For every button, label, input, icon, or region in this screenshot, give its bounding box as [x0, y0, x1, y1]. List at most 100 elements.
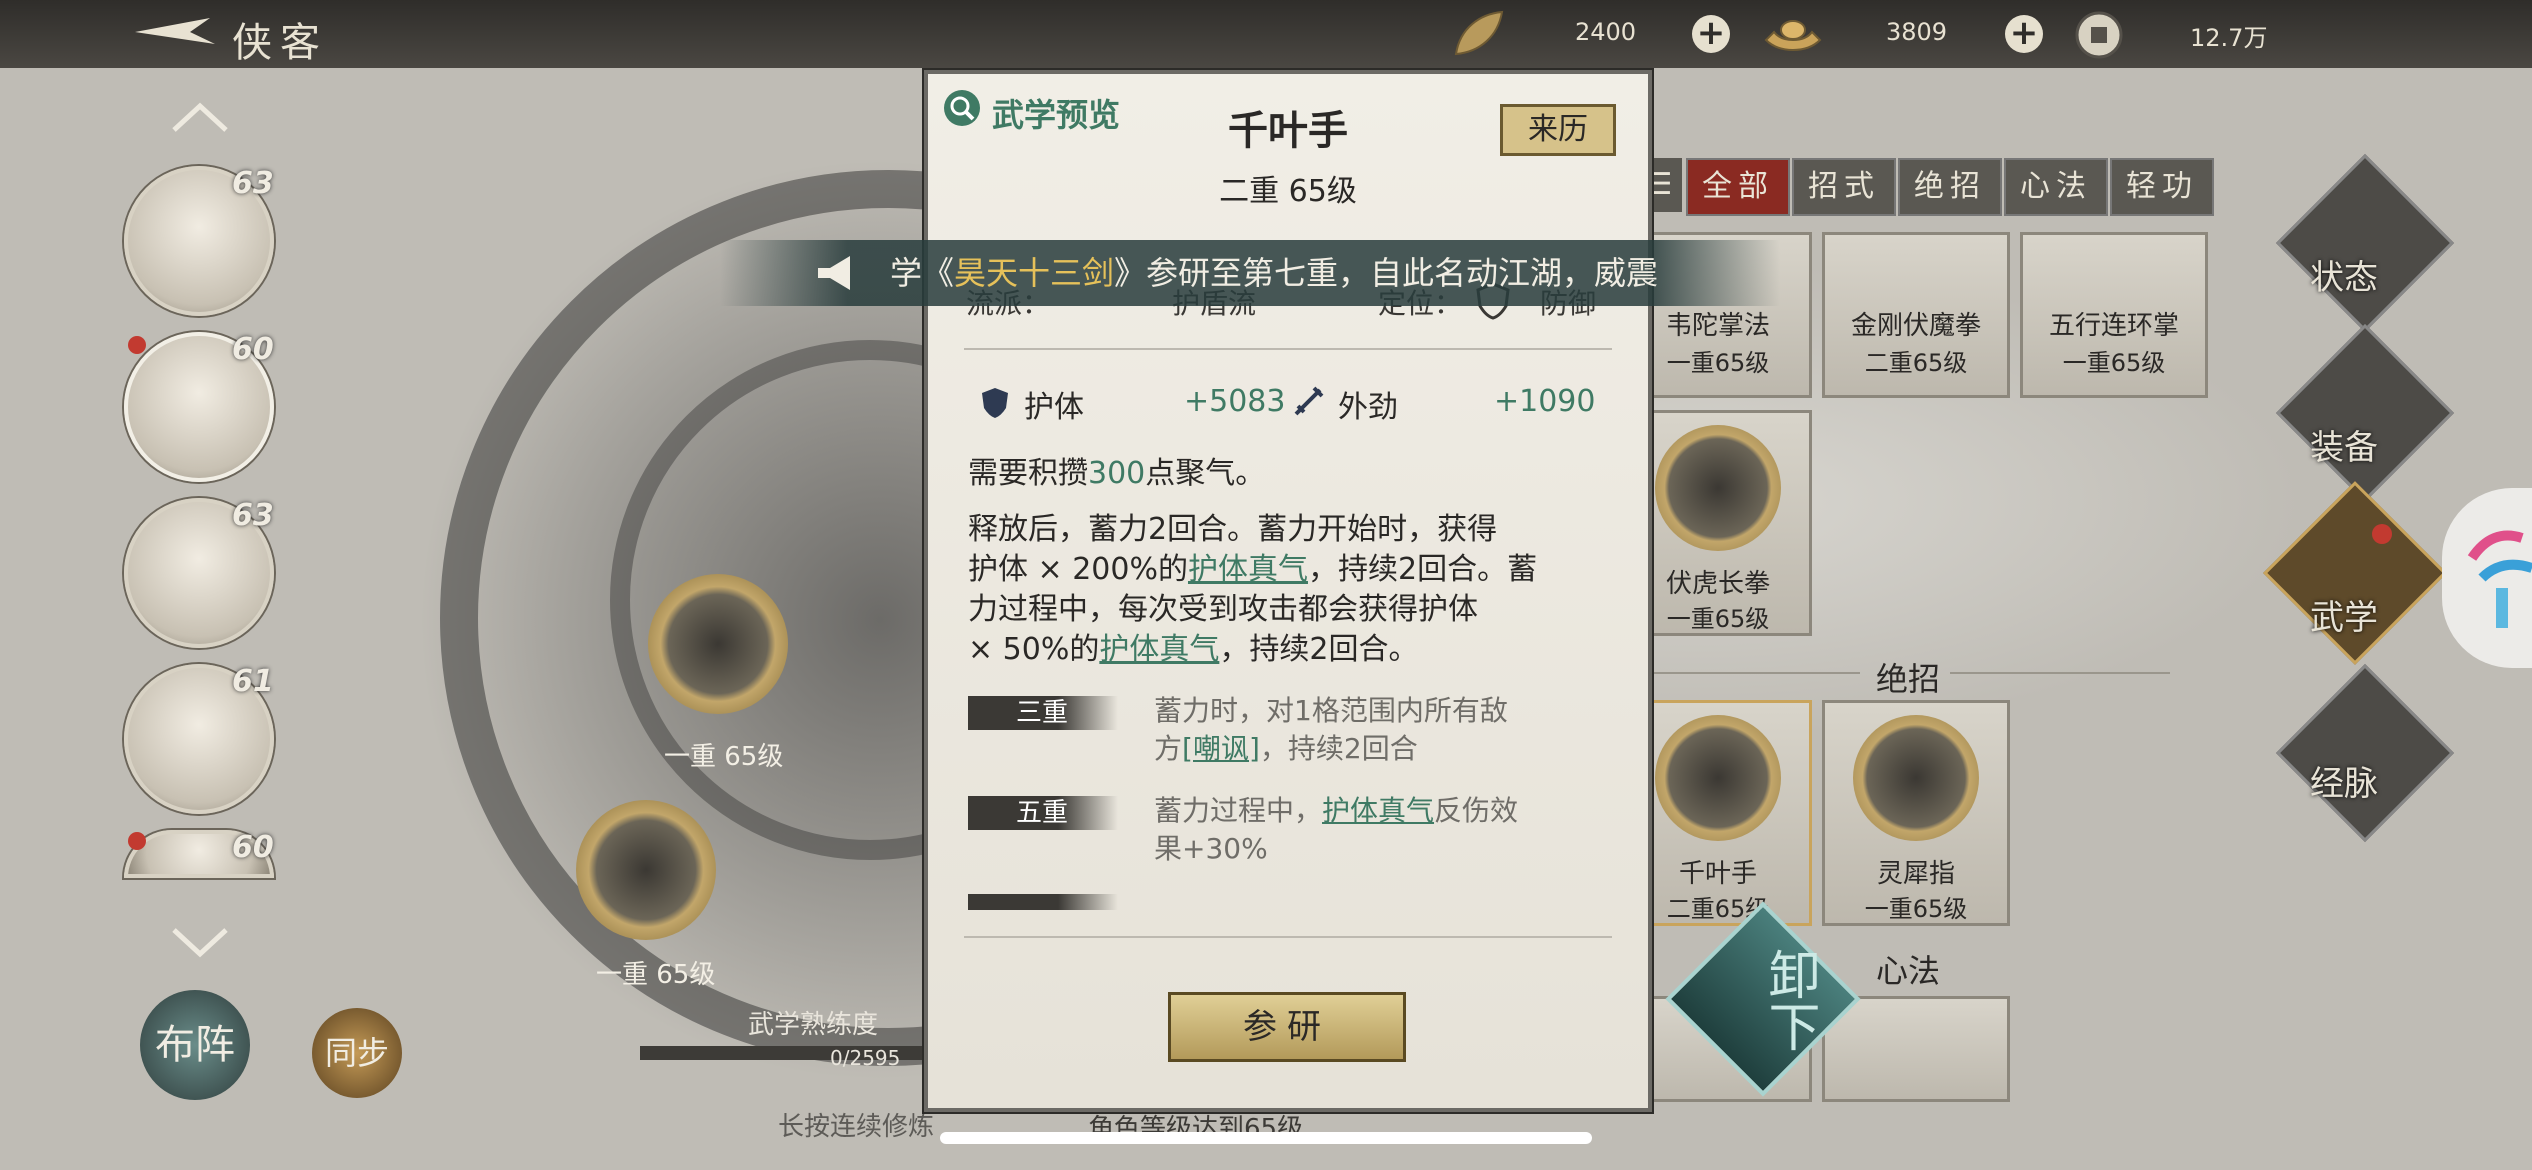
banner-text: 学《昊天十三剑》参研至第七重，自此名动江湖，威震 — [890, 240, 1658, 306]
rank5-1c: 反伤效 — [1434, 794, 1519, 827]
currency2-value: 3809 — [1886, 18, 1948, 46]
skill-card-fuhu[interactable]: 伏虎长拳 一重65级 — [1624, 410, 1812, 636]
skill-card-level: 二重65级 — [1666, 895, 1770, 923]
rank3-line-1: 蓄力时，对1格范围内所有敌 — [1154, 694, 1508, 727]
skill-card-xinfa-2[interactable] — [1822, 996, 2010, 1102]
tab-all[interactable]: 全部 — [1686, 158, 1790, 216]
desc-line-1: 释放后，蓄力2回合。蓄力开始时，获得 — [968, 512, 1498, 547]
skill-node-icon[interactable] — [648, 574, 788, 714]
banner-skill-name: 昊天十三剑 — [954, 254, 1115, 292]
desc-2a: 护体 × 200%的 — [968, 552, 1188, 587]
req-num: 300 — [1088, 456, 1146, 491]
rank5-badge: 五重 — [968, 796, 1118, 830]
divider — [964, 348, 1612, 350]
nav-meridian[interactable]: 经脉 — [2310, 756, 2378, 805]
skill-description: 释放后，蓄力2回合。蓄力开始时，获得 护体 × 200%的护体真气，持续2回合。… — [968, 510, 1618, 670]
desc-2c: ，持续2回合。蓄 — [1307, 552, 1538, 587]
tab-moves[interactable]: 招式 — [1792, 158, 1896, 216]
skill-icon — [1655, 425, 1781, 551]
stat-attack-label: 外劲 — [1338, 390, 1398, 425]
megaphone-icon — [818, 256, 850, 290]
skill-card-name: 韦陀掌法 — [1665, 311, 1770, 341]
rank5-line-1: 蓄力过程中，护体真气反伤效 — [1154, 792, 1614, 830]
long-press-hint: 长按连续修炼 — [778, 1112, 935, 1142]
proficiency-value: 0/2595 — [830, 1046, 901, 1070]
section-juezhao: 绝招 — [1876, 660, 1941, 698]
scroll-up-icon[interactable] — [170, 100, 230, 134]
coin-icon — [2075, 11, 2123, 59]
skill-card-level: 二重65级 — [1864, 349, 1968, 377]
rank5-text: 蓄力过程中，护体真气反伤效 果+30% — [1154, 792, 1614, 868]
rank3-2c: ，持续2回合 — [1259, 732, 1418, 765]
sync-button[interactable]: 同步 — [312, 1008, 402, 1098]
skill-icon — [1853, 715, 1979, 841]
tab-ultimate[interactable]: 绝招 — [1898, 158, 2002, 216]
rank3-line-2: 方[嘲讽]，持续2回合 — [1154, 730, 1614, 768]
skill-card-jingang[interactable]: 金刚伏魔拳 二重65级 — [1822, 232, 2010, 398]
skill-card-name: 五行连环掌 — [2048, 311, 2179, 341]
banner-post: 》参研至第七重，自此名动江湖，威震 — [1114, 254, 1659, 292]
keyword-link[interactable]: [嘲讽] — [1182, 732, 1260, 765]
skill-card-level: 一重65级 — [1666, 605, 1770, 633]
tab-mental[interactable]: 心法 — [2004, 158, 2108, 216]
study-button[interactable]: 参研 — [1168, 992, 1406, 1062]
skill-node-icon[interactable] — [576, 800, 716, 940]
rank3-2a: 方 — [1154, 732, 1183, 765]
hero-level-4: 61 — [232, 664, 274, 699]
back-arrow-icon[interactable] — [130, 12, 220, 52]
rank-next-badge — [968, 894, 1118, 910]
requirement-text: 需要积攒300点聚气。 — [968, 448, 1265, 492]
keyword-link[interactable]: 护体真气 — [1322, 794, 1434, 827]
section-xinfa: 心法 — [1876, 952, 1941, 990]
skill-icon — [1655, 715, 1781, 841]
rank3-badge: 三重 — [968, 696, 1118, 730]
currency1-value: 2400 — [1575, 18, 1637, 46]
skill-card-name: 伏虎长拳 — [1665, 569, 1770, 599]
keyword-link[interactable]: 护体真气 — [1099, 632, 1219, 667]
formation-button[interactable]: 布阵 — [140, 990, 250, 1100]
nav-status[interactable]: 状态 — [2310, 250, 2378, 299]
desc-4a: × 50%的 — [968, 632, 1100, 667]
skill-card-level: 一重65级 — [2062, 349, 2166, 377]
req-pre: 需要积攒 — [968, 456, 1088, 491]
desc-line-2: 护体 × 200%的护体真气，持续2回合。蓄 — [968, 550, 1618, 590]
stat-guard-label: 护体 — [1024, 390, 1084, 425]
tab-lightness[interactable]: 轻功 — [2110, 158, 2214, 216]
skill-card-name: 灵犀指 — [1876, 859, 1955, 889]
stat-guard-value: +5083 — [1184, 384, 1286, 419]
skill-card-level: 一重65级 — [1666, 349, 1770, 377]
banner-pre: 学《 — [890, 254, 955, 292]
skill-card-qianye[interactable]: 千叶手 二重65级 — [1624, 700, 1812, 926]
stat-attack-value: +1090 — [1494, 384, 1596, 419]
desc-line-3: 力过程中，每次受到攻击都会获得护体 — [968, 592, 1478, 627]
skill-node-1-label: 一重 65级 — [664, 742, 784, 772]
skill-card-level: 一重65级 — [1864, 895, 1968, 923]
rank3-text: 蓄力时，对1格范围内所有敌 方[嘲讽]，持续2回合 — [1154, 692, 1614, 768]
add-currency2-button[interactable]: + — [2005, 15, 2043, 53]
unload-button[interactable]: 卸下 — [1700, 930, 1820, 1070]
keyword-link[interactable]: 护体真气 — [1188, 552, 1308, 587]
skill-card-wuxing[interactable]: 五行连环掌 一重65级 — [2020, 232, 2208, 398]
page-title: 侠客 — [232, 20, 328, 66]
nav-martial[interactable]: 武学 — [2310, 590, 2378, 639]
scroll-down-icon[interactable] — [170, 924, 230, 958]
rank5-line-2: 果+30% — [1154, 832, 1268, 865]
add-currency1-button[interactable]: + — [1692, 15, 1730, 53]
desc-4c: ，持续2回合。 — [1219, 632, 1419, 667]
skill-tier: 二重 65级 — [1219, 174, 1357, 209]
currency3-value: 12.7万 — [2190, 24, 2268, 52]
origin-button[interactable]: 来历 — [1500, 104, 1616, 156]
hero-level-2: 60 — [232, 332, 274, 367]
skill-card-lingxi[interactable]: 灵犀指 一重65级 — [1822, 700, 2010, 926]
gold-ingot-icon — [1764, 20, 1822, 52]
hero-level-1: 63 — [232, 166, 274, 201]
req-post: 点聚气。 — [1145, 456, 1266, 491]
sword-icon — [1294, 386, 1324, 416]
notification-dot — [2372, 524, 2392, 544]
skill-card-name: 千叶手 — [1678, 859, 1757, 889]
nav-equip[interactable]: 装备 — [2310, 420, 2378, 469]
hero-level-3: 63 — [232, 498, 274, 533]
home-indicator — [940, 1132, 1592, 1144]
skill-card-name: 金刚伏魔拳 — [1850, 311, 1981, 341]
divider — [1950, 672, 2170, 674]
